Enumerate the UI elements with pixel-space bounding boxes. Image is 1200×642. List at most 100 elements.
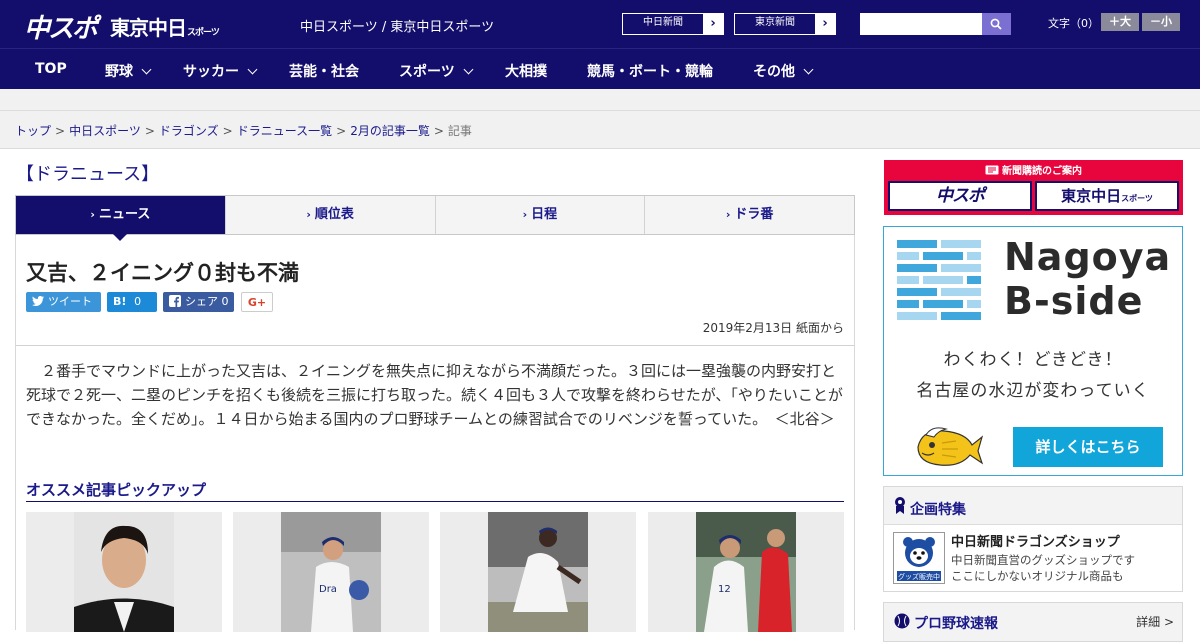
pickup-divider (26, 501, 844, 502)
newspaper-icon (985, 165, 999, 175)
nav-label: 競馬・ボート・競輪 (587, 64, 713, 80)
tab-standings[interactable]: › 順位表 (226, 196, 436, 234)
font-larger-button[interactable]: ＋大 (1101, 13, 1139, 31)
article-body: ２番手でマウンドに上がった又吉は、２イニングを無失点に抑えながら不満顔だった。３… (26, 362, 843, 428)
breadcrumb-dragons[interactable]: ドラゴンズ (159, 124, 219, 138)
tweet-label: ツイート (48, 295, 92, 308)
google-plus-button[interactable]: G+ (241, 292, 273, 312)
feature-desc-line2: ここにしかないオリジナル商品も (951, 569, 1124, 583)
svg-text:12: 12 (718, 584, 731, 595)
search-input[interactable] (860, 13, 982, 35)
breadcrumb-separator: > (222, 124, 233, 138)
chevron-down-icon (247, 64, 258, 75)
breadcrumb-separator: > (144, 124, 155, 138)
subscribe-tokyo-button[interactable]: 東京中日スポーツ (1035, 181, 1179, 211)
divider (16, 345, 854, 346)
pickup-heading: オススメ記事ピックアップ (26, 481, 207, 499)
nav-label: 野球 (105, 64, 133, 80)
ad-details-button[interactable]: 詳しくはこちら (1013, 427, 1163, 467)
chevron-down-icon (141, 64, 152, 75)
article-tabs: › ニュース › 順位表 › 日程 › ドラ番 (15, 195, 855, 241)
breadcrumb-separator: > (433, 124, 444, 138)
shop-badge-text: グッズ販売中 (898, 572, 940, 581)
dragons-shop-description: 中日新聞直営のグッズショップです ここにしかないオリジナル商品も (951, 552, 1176, 584)
chevron-right-icon: › (90, 208, 95, 221)
nav-label: サッカー (183, 64, 239, 80)
breadcrumb-chunichi-sports[interactable]: 中日スポーツ (69, 124, 141, 138)
nav-soccer[interactable]: サッカー (183, 61, 258, 81)
tab-dora-ban[interactable]: › ドラ番 (645, 196, 854, 234)
nagoya-bside-ad[interactable]: Nagoya B-side わくわく！どきどき！ 名古屋の水辺が変わっていく 詳しく… (883, 226, 1183, 476)
dragons-shop-link[interactable]: 中日新聞ドラゴンズショップ (951, 531, 1120, 550)
ad-city-line1: Nagoya (1004, 235, 1172, 279)
nav-sports[interactable]: スポーツ (399, 61, 474, 81)
breadcrumb-top[interactable]: トップ (15, 124, 51, 138)
chevron-right-icon: › (703, 14, 723, 34)
chunichi-shimbun-link[interactable]: 中日新聞 › (622, 13, 724, 35)
nav-racing[interactable]: 競馬・ボート・競輪 (587, 61, 713, 81)
pickup-thumbnail[interactable] (440, 512, 636, 632)
pro-baseball-scores: プロ野球速報 詳細 > (883, 602, 1183, 642)
ad-copy: わくわく！どきどき！ 名古屋の水辺が変わっていく (884, 345, 1182, 407)
breadcrumb-month-list[interactable]: 2月の記事一覧 (350, 124, 430, 138)
brick-wave-graphic (897, 240, 981, 320)
facebook-icon (169, 295, 181, 307)
pickup-thumbnail[interactable]: 12 (648, 512, 844, 632)
breadcrumb-separator: > (55, 124, 66, 138)
pickup-thumbnail[interactable]: Dra (233, 512, 429, 632)
chevron-right-icon: › (522, 208, 528, 221)
paper-link-label: 中日新聞 (643, 17, 683, 28)
facebook-share-button[interactable]: シェア 0 (163, 292, 234, 312)
pickup-photo (74, 512, 174, 632)
tweet-button[interactable]: ツイート (26, 292, 101, 312)
top-header: 中スポ 東京中日スポーツ 中日スポーツ / 東京中日スポーツ 中日新聞 › 東京… (0, 0, 1200, 48)
ad-headline: Nagoya B-side (1004, 235, 1171, 323)
breadcrumb-current: 記事 (447, 124, 472, 138)
tokyo-chunichi-logo[interactable]: 東京中日スポーツ (110, 12, 220, 41)
tab-label: 日程 (531, 207, 558, 222)
chevron-right-icon: › (815, 14, 835, 34)
tokyo-logo-small: スポーツ (187, 28, 220, 38)
search-button[interactable] (982, 13, 1011, 35)
subscribe-chuspo-button[interactable]: 中スポ (888, 181, 1032, 211)
scores-details-link[interactable]: 詳細 > (1136, 613, 1174, 630)
site-name: 中日スポーツ / 東京中日スポーツ (300, 20, 495, 35)
section-title: 【ドラニュース】 (16, 164, 160, 185)
font-size-label: 文字（0） (1048, 17, 1099, 30)
facebook-count: 0 (221, 295, 229, 308)
tokyo-logo-text: 東京中日 (110, 16, 187, 40)
nav-entertainment[interactable]: 芸能・社会 (289, 61, 359, 81)
nav-label: スポーツ (399, 64, 455, 80)
dragons-shop-thumbnail[interactable]: グッズ販売中 (893, 532, 945, 584)
chuspo-logo[interactable]: 中スポ (24, 8, 98, 45)
font-smaller-button[interactable]: －小 (1142, 13, 1180, 31)
tab-label: ニュース (98, 207, 151, 222)
scores-heading: プロ野球速報 (914, 616, 998, 632)
hatena-icon: B! (113, 295, 127, 308)
main-nav: TOP 野球 サッカー 芸能・社会 スポーツ 大相撲 競馬・ボート・競輪 その他 (0, 48, 1200, 89)
pickup-photo: 12 (696, 512, 796, 632)
chevron-right-icon: › (725, 208, 731, 221)
tab-label: ドラ番 (734, 207, 774, 222)
breadcrumb-news-list[interactable]: ドラニュース一覧 (237, 124, 332, 138)
tab-news[interactable]: › ニュース (16, 196, 226, 241)
nav-label: 大相撲 (505, 64, 547, 80)
article: 又吉、２イニング０封も不満 ツイート B! 0 シェア 0 G+ 2019年2月… (15, 235, 855, 632)
subscription-title-text: 新聞購読のご案内 (1002, 166, 1082, 177)
nav-other[interactable]: その他 (753, 61, 814, 81)
ad-copy-line1: わくわく！どきどき！ (943, 350, 1123, 370)
tab-schedule[interactable]: › 日程 (436, 196, 646, 234)
article-date: 2019年2月13日 紙面から (702, 321, 844, 335)
pickup-thumbnail[interactable] (26, 512, 222, 632)
tokyo-shimbun-link[interactable]: 東京新聞 › (734, 13, 836, 35)
nav-label: TOP (35, 61, 67, 77)
sub-bar (0, 89, 1200, 111)
hatena-bookmark-button[interactable]: B! 0 (107, 292, 157, 312)
ribbon-icon (895, 497, 905, 514)
nav-baseball[interactable]: 野球 (105, 61, 152, 81)
subscription-banner[interactable]: 新聞購読のご案内 中スポ 東京中日スポーツ (884, 160, 1183, 215)
nav-sumo[interactable]: 大相撲 (505, 61, 547, 81)
search-icon (990, 18, 1002, 30)
subscription-title: 新聞購読のご案内 (884, 162, 1183, 177)
nav-top[interactable]: TOP (35, 61, 67, 77)
